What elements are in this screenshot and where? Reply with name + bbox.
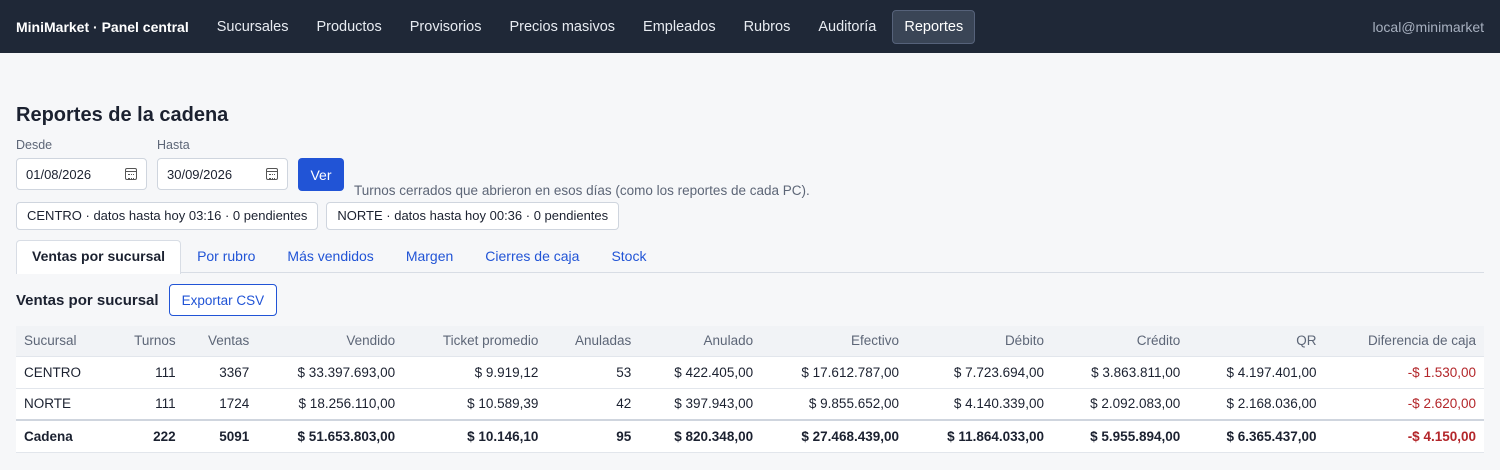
cell-qr: $ 4.197.401,00: [1188, 355, 1325, 388]
filters-hint: Turnos cerrados que abrieron en esos día…: [354, 183, 810, 198]
cell-ventas: 1724: [183, 387, 258, 420]
calendar-icon[interactable]: [125, 168, 137, 180]
cell-debito: $ 11.864.033,00: [907, 419, 1052, 453]
cell-credito: $ 5.955.894,00: [1051, 419, 1189, 453]
sales-by-branch-table: Sucursal Turnos Ventas Vendido Ticket pr…: [16, 326, 1484, 453]
cell-sucursal: Cadena: [16, 419, 110, 453]
col-header-qr[interactable]: QR: [1188, 326, 1324, 356]
cell-credito: $ 3.863.811,00: [1051, 355, 1189, 388]
cell-sucursal: CENTRO: [16, 355, 110, 388]
col-header-ticket-promedio[interactable]: Ticket promedio: [403, 326, 546, 356]
tab-stock[interactable]: Stock: [595, 240, 662, 273]
cell-vendido: $ 51.653.803,00: [257, 419, 404, 453]
col-header-anuladas[interactable]: Anuladas: [546, 326, 639, 356]
col-header-credito[interactable]: Crédito: [1052, 326, 1188, 356]
cell-ticket-promedio: $ 10.589,39: [403, 387, 547, 420]
col-header-diferencia-de-caja[interactable]: Diferencia de caja: [1325, 326, 1484, 356]
section-title: Ventas por sucursal: [16, 291, 159, 309]
cell-ventas: 3367: [183, 355, 258, 388]
nav-item-provisorios[interactable]: Provisorios: [398, 10, 494, 44]
cell-diferencia-de-caja: -$ 1.530,00: [1324, 355, 1484, 388]
cell-diferencia-de-caja: -$ 4.150,00: [1324, 419, 1484, 453]
hasta-field: Hasta 30/09/2026: [157, 138, 288, 190]
cell-sucursal: NORTE: [16, 387, 110, 420]
section-header: Ventas por sucursal Exportar CSV: [16, 284, 1484, 316]
report-tabs: Ventas por sucursal Por rubro Más vendid…: [16, 240, 1484, 274]
col-header-anulado[interactable]: Anulado: [639, 326, 761, 356]
table-total-row: Cadena 222 5091 $ 51.653.803,00 $ 10.146…: [16, 419, 1484, 453]
ver-button[interactable]: Ver: [298, 158, 344, 191]
col-header-vendido[interactable]: Vendido: [257, 326, 403, 356]
nav-item-reportes[interactable]: Reportes: [892, 9, 976, 44]
cell-anuladas: 95: [546, 419, 640, 453]
cell-anulado: $ 397.943,00: [639, 387, 762, 420]
cell-ventas: 5091: [183, 419, 258, 453]
cell-qr: $ 2.168.036,00: [1188, 387, 1325, 420]
page-title: Reportes de la cadena: [16, 104, 229, 126]
calendar-icon[interactable]: [266, 168, 278, 180]
cell-credito: $ 2.092.083,00: [1051, 387, 1189, 420]
sync-status-badges: CENTRO · datos hasta hoy 03:16 · 0 pendi…: [16, 202, 1484, 230]
top-navbar: MiniMarket · Panel central Sucursales Pr…: [0, 0, 1500, 53]
cell-efectivo: $ 9.855.652,00: [761, 387, 907, 420]
sync-badge-norte: NORTE · datos hasta hoy 00:36 · 0 pendie…: [326, 202, 620, 230]
col-header-sucursal[interactable]: Sucursal: [16, 326, 110, 356]
nav-item-auditoria[interactable]: Auditoría: [806, 10, 888, 44]
hasta-value: 30/09/2026: [167, 166, 233, 182]
desde-label: Desde: [16, 138, 53, 152]
cell-turnos: 111: [109, 387, 184, 420]
cell-vendido: $ 33.397.693,00: [257, 355, 404, 388]
tab-margen[interactable]: Margen: [390, 240, 469, 273]
desde-date-input[interactable]: 01/08/2026: [16, 158, 147, 190]
date-filters: Desde 01/08/2026 Hasta 30/09/2026 Ver Tu…: [16, 138, 1484, 198]
cell-efectivo: $ 27.468.439,00: [761, 419, 907, 453]
main-content: Reportes de la cadena Desde 01/08/2026 H…: [0, 103, 1500, 453]
cell-debito: $ 4.140.339,00: [907, 387, 1052, 420]
nav-item-precios-masivos[interactable]: Precios masivos: [497, 10, 627, 44]
tab-ventas-por-sucursal[interactable]: Ventas por sucursal: [16, 240, 182, 274]
cell-vendido: $ 18.256.110,00: [257, 387, 404, 420]
cell-qr: $ 6.365.437,00: [1188, 419, 1325, 453]
nav-menu: Sucursales Productos Provisorios Precios…: [205, 9, 976, 44]
col-header-debito[interactable]: Débito: [907, 326, 1052, 356]
cell-ticket-promedio: $ 10.146,10: [403, 419, 547, 453]
hasta-label: Hasta: [157, 138, 190, 152]
cell-turnos: 222: [109, 419, 184, 453]
hasta-date-input[interactable]: 30/09/2026: [157, 158, 288, 190]
cell-diferencia-de-caja: -$ 2.620,00: [1324, 387, 1484, 420]
nav-item-empleados[interactable]: Empleados: [631, 10, 728, 44]
cell-anulado: $ 422.405,00: [639, 355, 762, 388]
tab-por-rubro[interactable]: Por rubro: [181, 240, 271, 273]
cell-turnos: 111: [109, 355, 184, 388]
nav-item-productos[interactable]: Productos: [304, 10, 393, 44]
brand-title: MiniMarket · Panel central: [16, 18, 189, 35]
sync-badge-centro: CENTRO · datos hasta hoy 03:16 · 0 pendi…: [16, 202, 319, 230]
cell-debito: $ 7.723.694,00: [907, 355, 1052, 388]
nav-item-rubros[interactable]: Rubros: [732, 10, 803, 44]
cell-anuladas: 42: [546, 387, 640, 420]
col-header-turnos[interactable]: Turnos: [110, 326, 184, 356]
col-header-efectivo[interactable]: Efectivo: [761, 326, 907, 356]
table-row: CENTRO 111 3367 $ 33.397.693,00 $ 9.919,…: [16, 355, 1484, 388]
cell-anulado: $ 820.348,00: [639, 419, 762, 453]
export-csv-button[interactable]: Exportar CSV: [168, 284, 278, 316]
nav-item-sucursales[interactable]: Sucursales: [205, 10, 301, 44]
cell-ticket-promedio: $ 9.919,12: [403, 355, 547, 388]
user-email: local@minimarket: [1372, 18, 1484, 35]
tab-cierres-de-caja[interactable]: Cierres de caja: [469, 240, 595, 273]
desde-field: Desde 01/08/2026: [16, 138, 147, 190]
cell-efectivo: $ 17.612.787,00: [761, 355, 907, 388]
table-header-row: Sucursal Turnos Ventas Vendido Ticket pr…: [16, 326, 1484, 356]
table-row: NORTE 111 1724 $ 18.256.110,00 $ 10.589,…: [16, 387, 1484, 420]
col-header-ventas[interactable]: Ventas: [184, 326, 258, 356]
cell-anuladas: 53: [546, 355, 640, 388]
desde-value: 01/08/2026: [26, 166, 92, 182]
tab-mas-vendidos[interactable]: Más vendidos: [271, 240, 389, 273]
